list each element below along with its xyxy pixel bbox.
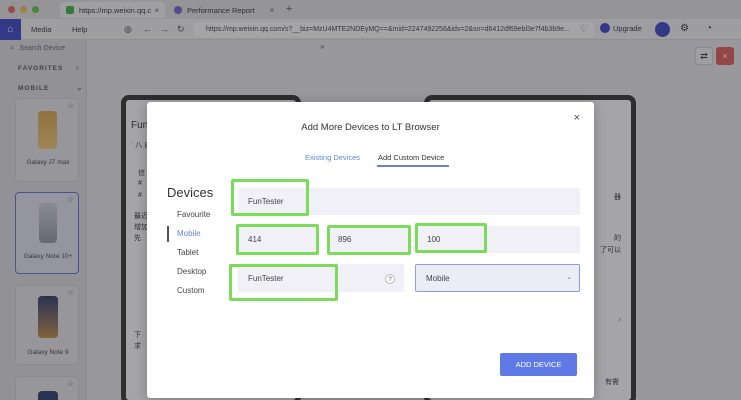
tab-existing-devices[interactable]: Existing Devices xyxy=(305,153,360,162)
category-custom[interactable]: Custom xyxy=(177,286,205,295)
width-value: 414 xyxy=(248,235,262,244)
device-type-select[interactable]: Mobile ⌄ xyxy=(415,264,580,292)
height-value: 896 xyxy=(338,235,352,244)
modal-title: Add More Devices to LT Browser xyxy=(301,122,440,133)
device-name-value: FunTester xyxy=(248,197,284,206)
active-category-bar xyxy=(167,226,169,242)
width-input[interactable]: 414 xyxy=(238,226,318,253)
modal-close-icon[interactable]: × xyxy=(574,112,580,124)
active-tab-indicator xyxy=(377,165,449,167)
chevron-down-icon: ⌄ xyxy=(566,274,572,281)
help-icon[interactable]: ? xyxy=(385,274,395,284)
scale-input[interactable]: 100 xyxy=(417,226,580,253)
category-tablet[interactable]: Tablet xyxy=(177,248,198,257)
category-desktop[interactable]: Desktop xyxy=(177,267,206,276)
user-agent-input[interactable]: FunTester xyxy=(238,264,404,292)
category-favourite[interactable]: Favourite xyxy=(177,210,210,219)
height-input[interactable]: 896 xyxy=(328,226,409,253)
user-agent-value: FunTester xyxy=(248,273,284,283)
device-type-value: Mobile xyxy=(426,273,450,283)
devices-heading: Devices xyxy=(167,185,214,200)
add-devices-modal: Add More Devices to LT Browser × Existin… xyxy=(147,102,594,398)
device-name-input[interactable]: FunTester xyxy=(238,188,580,215)
scale-value: 100 xyxy=(427,235,441,244)
category-mobile[interactable]: Mobile xyxy=(177,229,201,238)
tab-add-custom-device[interactable]: Add Custom Device xyxy=(378,153,444,162)
add-device-button[interactable]: ADD DEVICE xyxy=(500,353,577,376)
